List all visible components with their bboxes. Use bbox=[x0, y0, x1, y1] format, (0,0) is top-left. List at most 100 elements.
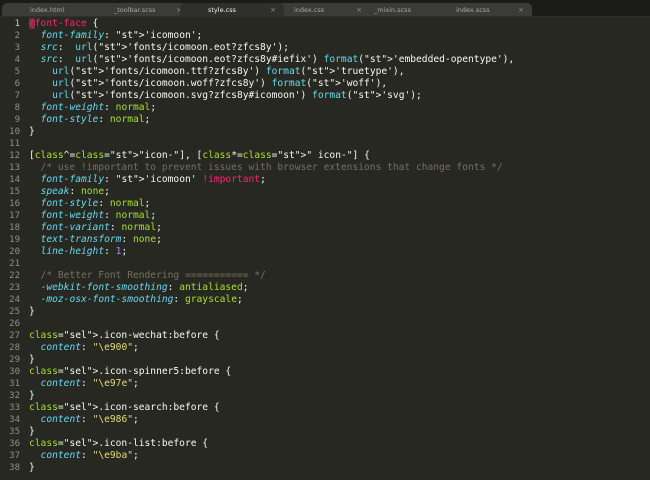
code-line[interactable]: 20 line-height: 1; bbox=[0, 246, 650, 258]
line-number: 14 bbox=[9, 175, 20, 185]
tab-label: _mixin.scss bbox=[374, 6, 411, 14]
line-number: 29 bbox=[9, 355, 20, 365]
code-text: content: "\e900"; bbox=[40, 342, 139, 353]
code-line[interactable]: 14 font-family: "st">'icomoon' !importan… bbox=[0, 174, 650, 186]
code-editor[interactable]: 1 @font-face {2 font-family: "st">'icomoo… bbox=[0, 17, 650, 480]
line-number: 11 bbox=[9, 139, 20, 149]
code-text: } bbox=[29, 426, 35, 437]
code-line[interactable]: 31 content: "\e97e"; bbox=[0, 378, 650, 390]
tab-toolbar-scss[interactable]: _toolbar.scss × bbox=[86, 3, 190, 17]
line-number: 9 bbox=[14, 115, 20, 125]
code-text: -webkit-font-smoothing: antialiased; bbox=[40, 282, 249, 293]
line-number: 27 bbox=[9, 331, 20, 341]
tab-close-icon[interactable]: × bbox=[356, 3, 362, 17]
code-text: } bbox=[29, 306, 35, 317]
code-line[interactable]: 11 bbox=[0, 138, 650, 150]
code-line[interactable]: 17 font-weight: normal; bbox=[0, 210, 650, 222]
code-line[interactable]: 10} bbox=[0, 126, 650, 138]
code-line[interactable]: 2 font-family: "st">'icomoon'; bbox=[0, 30, 650, 42]
code-line[interactable]: 32} bbox=[0, 390, 650, 402]
code-text: /* Better Font Rendering =========== */ bbox=[29, 270, 266, 281]
line-number: 36 bbox=[9, 439, 20, 449]
code-text: font-weight: normal; bbox=[40, 102, 157, 113]
code-line[interactable]: 7 url("st">'fonts/icomoon.svg?zfcs8y#ico… bbox=[0, 90, 650, 102]
code-text: font-style: normal; bbox=[40, 198, 151, 209]
code-text: url("st">'fonts/icomoon.woff?zfcs8y') fo… bbox=[52, 78, 388, 89]
code-line[interactable]: 33 class="sel">.icon-search:before { bbox=[0, 402, 650, 414]
code-line[interactable]: 19 text-transform: none; bbox=[0, 234, 650, 246]
tab-index-scss[interactable]: index.scss × bbox=[428, 3, 532, 17]
code-line[interactable]: 38} bbox=[0, 462, 650, 474]
code-line[interactable]: 13 /* use !important to prevent issues w… bbox=[0, 162, 650, 174]
code-line[interactable]: 30 class="sel">.icon-spinner5:before { bbox=[0, 366, 650, 378]
code-text: class="sel">.icon-list:before { bbox=[29, 438, 209, 449]
code-text: } bbox=[29, 354, 35, 365]
code-line[interactable]: 21 bbox=[0, 258, 650, 270]
line-number: 2 bbox=[14, 31, 20, 41]
line-number: 19 bbox=[9, 235, 20, 245]
tab-close-icon[interactable]: × bbox=[518, 3, 524, 17]
code-line[interactable]: 18 font-variant: normal; bbox=[0, 222, 650, 234]
code-text: font-family: "st">'icomoon'; bbox=[40, 30, 203, 41]
code-line[interactable]: 5 url("st">'fonts/icomoon.ttf?zfcs8y') f… bbox=[0, 66, 650, 78]
line-number: 28 bbox=[9, 343, 20, 353]
code-line[interactable]: 29} bbox=[0, 354, 650, 366]
line-number: 3 bbox=[14, 43, 20, 53]
code-text: line-height: 1; bbox=[40, 246, 128, 257]
line-number: 32 bbox=[9, 391, 20, 401]
code-line[interactable]: 28 content: "\e900"; bbox=[0, 342, 650, 354]
code-area[interactable]: 1 @font-face {2 font-family: "st">'icomoo… bbox=[0, 17, 650, 480]
code-line[interactable]: 22 /* Better Font Rendering =========== … bbox=[0, 270, 650, 282]
code-line[interactable]: 4 src: url("st">'fonts/icomoon.eot?zfcs8… bbox=[0, 54, 650, 66]
line-number: 10 bbox=[9, 127, 20, 137]
code-text: font-style: normal; bbox=[40, 114, 151, 125]
code-text: [class^=class="st">"icon-"], [class*=cla… bbox=[29, 150, 370, 161]
code-line[interactable]: 9 font-style: normal; bbox=[0, 114, 650, 126]
code-line[interactable]: 8 font-weight: normal; bbox=[0, 102, 650, 114]
code-text: font-variant: normal; bbox=[40, 222, 162, 233]
line-number: 25 bbox=[9, 307, 20, 317]
code-line[interactable]: 37 content: "\e9ba"; bbox=[0, 450, 650, 462]
code-line[interactable]: 6 url("st">'fonts/icomoon.woff?zfcs8y') … bbox=[0, 78, 650, 90]
code-text: font-family: "st">'icomoon' !important; bbox=[40, 174, 266, 185]
code-line[interactable]: 3 src: url("st">'fonts/icomoon.eot?zfcs8… bbox=[0, 42, 650, 54]
code-line[interactable]: 36 class="sel">.icon-list:before { bbox=[0, 438, 650, 450]
code-line[interactable]: 27 class="sel">.icon-wechat:before { bbox=[0, 330, 650, 342]
code-text: url("st">'fonts/icomoon.ttf?zfcs8y') for… bbox=[52, 66, 405, 77]
code-text: /* use !important to prevent issues with… bbox=[29, 162, 503, 173]
code-text: -moz-osx-font-smoothing: grayscale; bbox=[40, 294, 243, 305]
code-line[interactable]: 1 @font-face { bbox=[0, 18, 650, 30]
code-text: url("st">'fonts/icomoon.svg?zfcs8y#icomo… bbox=[52, 90, 422, 101]
tab-bar: index.html × _toolbar.scss × _mixin.scss… bbox=[0, 0, 650, 17]
line-number: 22 bbox=[9, 271, 20, 281]
code-line[interactable]: 16 font-style: normal; bbox=[0, 198, 650, 210]
tab-label: _toolbar.scss bbox=[114, 6, 156, 14]
tab-style-css[interactable]: style.css × bbox=[180, 3, 284, 17]
line-number: 24 bbox=[9, 295, 20, 305]
code-text: @font-face { bbox=[29, 18, 99, 29]
line-number: 8 bbox=[14, 103, 20, 113]
tab-label: index.css bbox=[294, 6, 325, 14]
code-text: } bbox=[29, 462, 35, 473]
code-line[interactable]: 12 [class^=class="st">"icon-"], [class*=c… bbox=[0, 150, 650, 162]
code-text: text-transform: none; bbox=[40, 234, 162, 245]
code-line[interactable]: 15 speak: none; bbox=[0, 186, 650, 198]
code-line[interactable]: 26 bbox=[0, 318, 650, 330]
code-line[interactable]: 24 -moz-osx-font-smoothing: grayscale; bbox=[0, 294, 650, 306]
code-text: class="sel">.icon-wechat:before { bbox=[29, 330, 220, 341]
tab-close-icon[interactable]: × bbox=[270, 3, 276, 17]
line-number: 4 bbox=[14, 55, 20, 65]
code-text: content: "\e9ba"; bbox=[40, 450, 139, 461]
line-number: 20 bbox=[9, 247, 20, 257]
code-text: content: "\e97e"; bbox=[40, 378, 139, 389]
code-line[interactable]: 34 content: "\e986"; bbox=[0, 414, 650, 426]
line-number: 16 bbox=[9, 199, 20, 209]
code-line[interactable]: 23 -webkit-font-smoothing: antialiased; bbox=[0, 282, 650, 294]
code-text: class="sel">.icon-spinner5:before { bbox=[29, 366, 232, 377]
line-number: 6 bbox=[14, 79, 20, 89]
code-text: font-weight: normal; bbox=[40, 210, 157, 221]
line-number: 34 bbox=[9, 415, 20, 425]
code-text: src: url("st">'fonts/icomoon.eot?zfcs8y'… bbox=[40, 42, 289, 53]
code-line[interactable]: 25} bbox=[0, 306, 650, 318]
code-line[interactable]: 35} bbox=[0, 426, 650, 438]
